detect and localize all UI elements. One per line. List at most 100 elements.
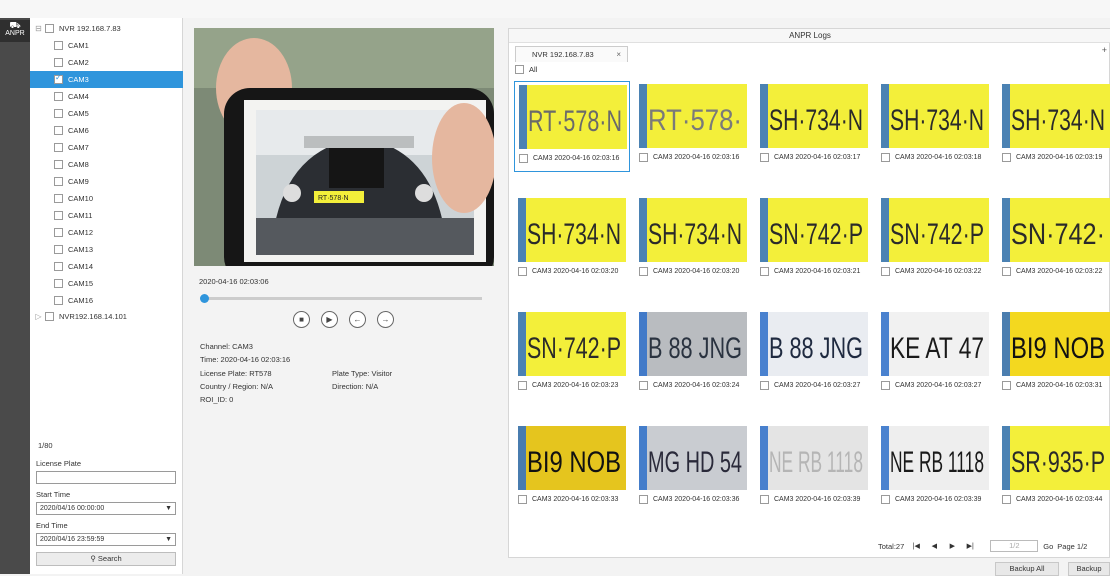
dropdown-arrow-icon[interactable]: ▼: [165, 534, 172, 545]
log-thumbnail[interactable]: SH·734·N CAM3 2020-04-16 02:03:18: [877, 81, 993, 172]
tree-item-cam6[interactable]: CAM6: [30, 122, 183, 139]
log-checkbox[interactable]: [881, 153, 890, 162]
log-checkbox[interactable]: [639, 495, 648, 504]
camera-checkbox[interactable]: [54, 160, 63, 169]
select-all-row[interactable]: All: [515, 65, 537, 74]
tree-item-cam4[interactable]: CAM4: [30, 88, 183, 105]
log-thumbnail[interactable]: B 88 JNG CAM3 2020-04-16 02:03:24: [635, 309, 751, 400]
add-tab-icon[interactable]: +: [1102, 45, 1107, 55]
logs-tab[interactable]: NVR 192.168.7.83 ×: [515, 46, 628, 62]
prev-page-icon[interactable]: ◀: [928, 542, 940, 550]
nvr-1-checkbox[interactable]: [45, 24, 54, 33]
log-checkbox[interactable]: [881, 495, 890, 504]
camera-checkbox[interactable]: [54, 279, 63, 288]
camera-checkbox[interactable]: [54, 262, 63, 271]
log-checkbox[interactable]: [519, 154, 528, 163]
log-thumbnail[interactable]: SH·734·N CAM3 2020-04-16 02:03:17: [756, 81, 872, 172]
log-thumbnail[interactable]: SH·734·N CAM3 2020-04-16 02:03:20: [635, 195, 751, 286]
nvr-2-checkbox[interactable]: [45, 312, 54, 321]
prev-frame-button[interactable]: ←: [349, 311, 366, 328]
close-icon[interactable]: ×: [616, 47, 621, 62]
camera-checkbox[interactable]: [54, 92, 63, 101]
log-checkbox[interactable]: [518, 381, 527, 390]
log-checkbox[interactable]: [760, 381, 769, 390]
log-thumbnail[interactable]: RT·578· CAM3 2020-04-16 02:03:16: [635, 81, 751, 172]
log-thumbnail[interactable]: MG HD 54 CAM3 2020-04-16 02:03:36: [635, 423, 751, 514]
log-thumbnail[interactable]: B 88 JNG CAM3 2020-04-16 02:03:27: [756, 309, 872, 400]
log-checkbox[interactable]: [1002, 381, 1011, 390]
log-thumbnail[interactable]: SN·742·P CAM3 2020-04-16 02:03:23: [514, 309, 630, 400]
play-button[interactable]: ▶: [321, 311, 338, 328]
tree-item-cam2[interactable]: CAM2: [30, 54, 183, 71]
log-thumbnail[interactable]: SH·734·N CAM3 2020-04-16 02:03:19: [998, 81, 1110, 172]
collapse-icon[interactable]: ⊟: [34, 24, 43, 33]
tree-item-cam3[interactable]: CAM3: [30, 71, 183, 88]
camera-checkbox[interactable]: [54, 245, 63, 254]
tree-item-cam9[interactable]: CAM9: [30, 173, 183, 190]
end-time-select[interactable]: 2020/04/16 23:59:59 ▼: [36, 533, 176, 546]
camera-checkbox[interactable]: [54, 143, 63, 152]
tree-item-cam14[interactable]: CAM14: [30, 258, 183, 275]
video-player[interactable]: RT·578·N: [194, 28, 494, 266]
camera-checkbox[interactable]: [54, 211, 63, 220]
log-checkbox[interactable]: [639, 381, 648, 390]
camera-checkbox[interactable]: [54, 296, 63, 305]
camera-checkbox[interactable]: [54, 177, 63, 186]
dropdown-arrow-icon[interactable]: ▼: [165, 503, 172, 514]
log-thumbnail[interactable]: SN·742·P CAM3 2020-04-16 02:03:21: [756, 195, 872, 286]
tree-item-cam12[interactable]: CAM12: [30, 224, 183, 241]
log-checkbox[interactable]: [639, 153, 648, 162]
log-checkbox[interactable]: [1002, 495, 1011, 504]
log-checkbox[interactable]: [760, 495, 769, 504]
log-thumbnail[interactable]: SN·742·P CAM3 2020-04-16 02:03:22: [877, 195, 993, 286]
camera-checkbox[interactable]: [54, 228, 63, 237]
log-checkbox[interactable]: [881, 381, 890, 390]
tree-item-cam1[interactable]: CAM1: [30, 37, 183, 54]
log-checkbox[interactable]: [760, 153, 769, 162]
tree-item-cam16[interactable]: CAM16: [30, 292, 183, 309]
progress-handle[interactable]: [200, 294, 209, 303]
log-checkbox[interactable]: [1002, 267, 1011, 276]
start-time-select[interactable]: 2020/04/16 00:00:00 ▼: [36, 502, 176, 515]
camera-checkbox[interactable]: [54, 41, 63, 50]
camera-checkbox[interactable]: [54, 126, 63, 135]
log-checkbox[interactable]: [760, 267, 769, 276]
nav-anpr-button[interactable]: ⛟ ANPR: [0, 20, 30, 42]
license-plate-input[interactable]: [36, 471, 176, 484]
stop-button[interactable]: ■: [293, 311, 310, 328]
log-checkbox[interactable]: [518, 495, 527, 504]
log-thumbnail[interactable]: RT·578·N CAM3 2020-04-16 02:03:16: [514, 81, 630, 172]
tree-nvr-1[interactable]: ⊟ NVR 192.168.7.83: [30, 20, 183, 37]
log-checkbox[interactable]: [639, 267, 648, 276]
log-thumbnail[interactable]: SH·734·N CAM3 2020-04-16 02:03:20: [514, 195, 630, 286]
tree-item-cam13[interactable]: CAM13: [30, 241, 183, 258]
log-thumbnail[interactable]: NE RB 1118 CAM3 2020-04-16 02:03:39: [877, 423, 993, 514]
tree-item-cam10[interactable]: CAM10: [30, 190, 183, 207]
camera-checkbox[interactable]: [54, 109, 63, 118]
camera-checkbox[interactable]: [54, 58, 63, 67]
tree-item-cam15[interactable]: CAM15: [30, 275, 183, 292]
log-thumbnail[interactable]: BI9 NOB CAM3 2020-04-16 02:03:33: [514, 423, 630, 514]
log-thumbnail[interactable]: BI9 NOB CAM3 2020-04-16 02:03:31: [998, 309, 1110, 400]
tree-item-cam8[interactable]: CAM8: [30, 156, 183, 173]
log-thumbnail[interactable]: SN·742· CAM3 2020-04-16 02:03:22: [998, 195, 1110, 286]
progress-track[interactable]: [202, 297, 482, 300]
go-button[interactable]: Go: [1043, 542, 1053, 551]
page-input[interactable]: 1/2: [990, 540, 1039, 552]
camera-checkbox[interactable]: [54, 194, 63, 203]
log-checkbox[interactable]: [1002, 153, 1011, 162]
last-page-icon[interactable]: ▶|: [964, 542, 976, 550]
first-page-icon[interactable]: |◀: [910, 542, 922, 550]
log-thumbnail[interactable]: NE RB 1118 CAM3 2020-04-16 02:03:39: [756, 423, 872, 514]
expand-icon[interactable]: ▷: [34, 312, 43, 321]
log-checkbox[interactable]: [518, 267, 527, 276]
tree-nvr-2[interactable]: ▷ NVR192.168.14.101: [30, 308, 183, 325]
tree-item-cam5[interactable]: CAM5: [30, 105, 183, 122]
next-frame-button[interactable]: →: [377, 311, 394, 328]
log-checkbox[interactable]: [881, 267, 890, 276]
tree-item-cam7[interactable]: CAM7: [30, 139, 183, 156]
search-button[interactable]: ⚲ Search: [36, 552, 176, 566]
tree-item-cam11[interactable]: CAM11: [30, 207, 183, 224]
log-thumbnail[interactable]: KE AT 47 CAM3 2020-04-16 02:03:27: [877, 309, 993, 400]
log-thumbnail[interactable]: SR·935·P CAM3 2020-04-16 02:03:44: [998, 423, 1110, 514]
